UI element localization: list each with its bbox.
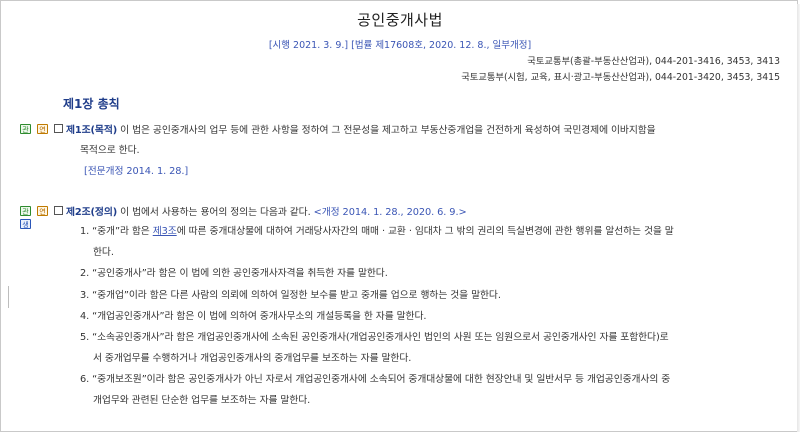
life-law-badge[interactable]: 생	[20, 219, 31, 229]
item-1-text-post: 에 따른 중개대상물에 대하여 거래당사자간의 매매 · 교환 · 임대차 그 …	[176, 226, 674, 237]
article-1-title[interactable]: 제1조(목적)	[66, 125, 117, 136]
item-1-text-pre: 1. “중개”라 함은	[80, 226, 153, 237]
chapter-heading: 제1장 총칙	[63, 97, 120, 111]
article-2-amendment[interactable]: <개정 2014. 1. 28., 2020. 6. 9.>	[314, 207, 467, 218]
related-law-badge[interactable]: 관	[20, 206, 31, 216]
definition-item-1-cont: 한다.	[93, 247, 114, 258]
ministry-contact-1: 국토교통부(총괄-부동산산업과), 044-201-3416, 3453, 34…	[527, 56, 780, 67]
definition-item-5-cont: 서 중개업무를 수행하거나 개업공인중개사의 중개업무를 보조하는 자를 말한다…	[93, 353, 412, 364]
article-1-checkbox[interactable]	[54, 124, 63, 133]
definition-item-6-cont: 개업무와 관련된 단순한 업무를 보조하는 자를 말한다.	[93, 395, 311, 406]
scroll-marker	[8, 286, 9, 308]
related-law-badge[interactable]: 관	[20, 124, 31, 134]
ministry-contact-2: 국토교통부(시험, 교육, 표시·광고-부동산산업과), 044-201-342…	[461, 72, 780, 83]
definition-item-2: 2. “공인중개사”라 함은 이 법에 의한 공인중개사자격을 취득한 자를 말…	[80, 268, 388, 279]
definition-item-4: 4. “개업공인중개사”라 함은 이 법에 의하여 중개사무소의 개설등록을 한…	[80, 311, 427, 322]
definition-item-6: 6. “중개보조원”이라 함은 공인중개사가 아닌 자로서 개업공인중개사에 소…	[80, 374, 671, 385]
article-1-text: 이 법은 공인중개사의 업무 등에 관한 사항을 정하여 그 전문성을 제고하고…	[120, 125, 656, 136]
article-1-amendment[interactable]: [전문개정 2014. 1. 28.]	[84, 163, 188, 177]
history-badge[interactable]: 연	[37, 206, 48, 216]
article-2-line-1: 제2조(정의) 이 법에서 사용하는 용어의 정의는 다음과 같다. <개정 2…	[66, 204, 467, 218]
article-2-text: 이 법에서 사용하는 용어의 정의는 다음과 같다.	[120, 207, 311, 218]
article-3-link[interactable]: 제3조	[153, 226, 177, 237]
article-1-line-2: 목적으로 한다.	[80, 145, 140, 156]
enactment-info: [시행 2021. 3. 9.] [법률 제17608호, 2020. 12. …	[268, 40, 532, 51]
law-title: 공인중개사법	[357, 11, 443, 29]
definition-item-1: 1. “중개”라 함은 제3조에 따른 중개대상물에 대하여 거래당사자간의 매…	[80, 223, 674, 237]
article-2-checkbox[interactable]	[54, 206, 63, 215]
definition-item-3: 3. “중개업”이라 함은 다른 사람의 의뢰에 의하여 일정한 보수를 받고 …	[80, 290, 501, 301]
definition-item-5: 5. “소속공인중개사”라 함은 개업공인중개사에 소속된 공인중개사(개업공인…	[80, 332, 669, 343]
history-badge[interactable]: 연	[37, 124, 48, 134]
article-1-line-1: 제1조(목적) 이 법은 공인중개사의 업무 등에 관한 사항을 정하여 그 전…	[66, 122, 656, 136]
article-2-title[interactable]: 제2조(정의)	[66, 207, 117, 218]
